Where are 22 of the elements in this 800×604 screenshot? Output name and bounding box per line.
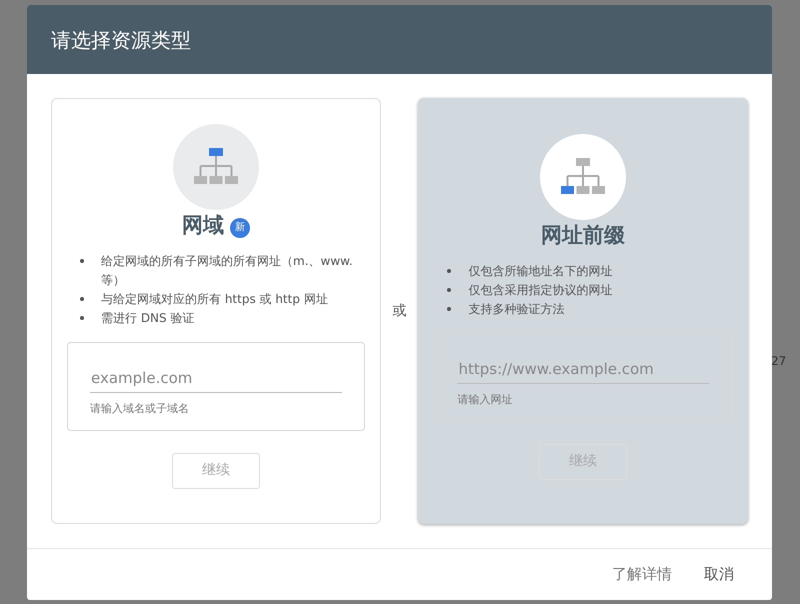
bullet-item: 给定网域的所有子网域的所有网址（m.、www. 等） <box>77 252 365 290</box>
input-field[interactable]: example.com <box>90 364 342 393</box>
input-field[interactable]: https://www.example.com <box>457 356 709 384</box>
sitemap-icon <box>194 148 238 186</box>
input-card[interactable]: https://www.example.com 请输入网址 <box>434 332 732 422</box>
option-title: 网域 <box>182 213 224 237</box>
learn-more-link[interactable]: 了解详情 <box>612 563 672 586</box>
helper-text: 请输入网址 <box>457 392 514 408</box>
helper-text: 请输入域名或子域名 <box>90 401 190 417</box>
separator-text: 或 <box>392 302 406 320</box>
chart-value: 27 <box>771 353 786 370</box>
bullet-item: 仅包含采用指定协议的网址 <box>444 280 732 300</box>
sitemap-icon <box>561 158 606 196</box>
bullet-item: 需进行 DNS 验证 <box>77 308 365 328</box>
bullet-item: 与给定网域对应的所有 https 或 http 网址 <box>77 290 365 308</box>
dialog-title: 请选择资源类型 <box>51 26 191 54</box>
bullet-item: 支持多种验证方法 <box>444 300 732 318</box>
input-card[interactable]: example.com 请输入域名或子域名 <box>67 342 365 430</box>
cancel-button[interactable]: 取消 <box>704 563 734 586</box>
option-title: 网址前缀 <box>541 223 626 247</box>
new-badge: 新 <box>230 218 250 238</box>
bullet-item: 仅包含所输地址名下的网址 <box>444 262 732 280</box>
